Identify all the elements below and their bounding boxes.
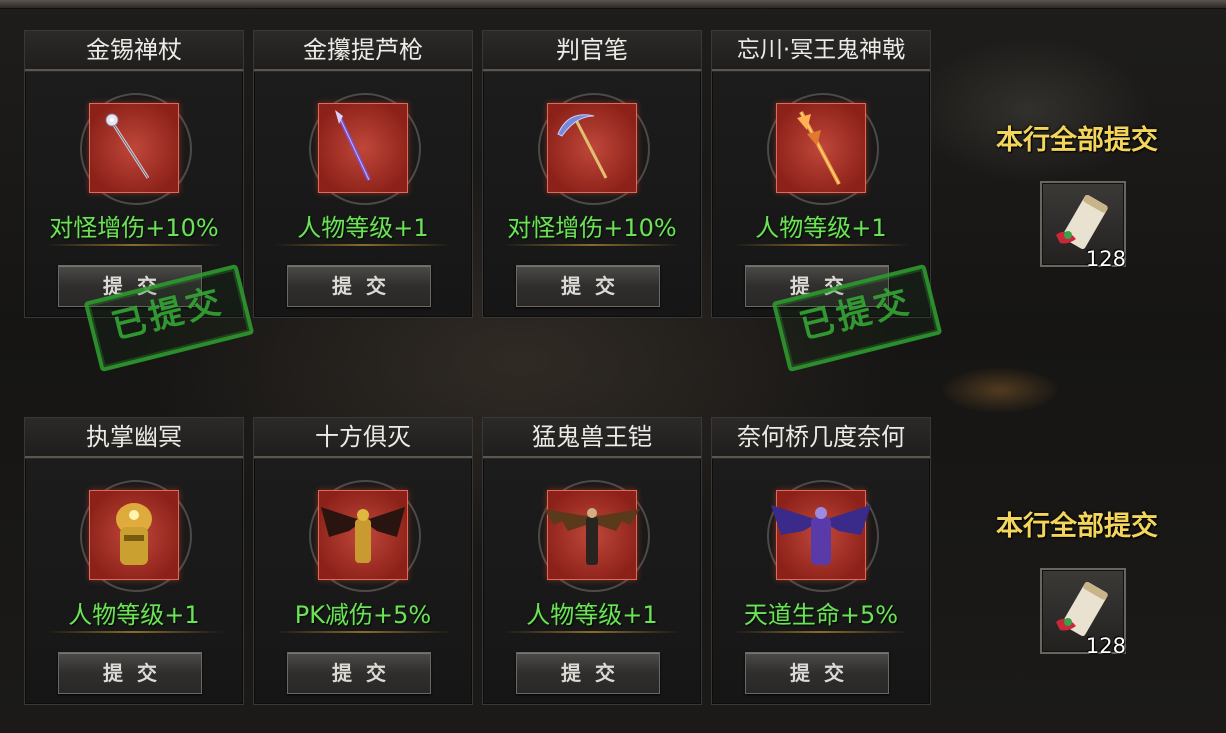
item-name: 金锡禅杖: [25, 31, 243, 71]
item-effect: 对怪增伤+10%: [49, 214, 219, 242]
divider: [712, 71, 930, 72]
item-effect: 人物等级+1: [297, 214, 429, 242]
row-1-reward-slot[interactable]: 128: [1040, 181, 1126, 271]
row-1-submit-all[interactable]: 本行全部提交: [977, 124, 1177, 158]
item-slot[interactable]: [771, 490, 871, 580]
item-name: 十方俱灭: [254, 418, 472, 458]
divider: [274, 244, 452, 246]
bat-winged-armor-icon: [544, 508, 640, 565]
divider: [732, 244, 910, 246]
submit-button[interactable]: 提交: [516, 265, 660, 307]
divider: [25, 458, 243, 459]
golden-armor-icon: [116, 503, 152, 565]
item-name: 奈何桥几度奈何: [712, 418, 930, 458]
staff-icon: [105, 113, 150, 179]
item-effect: 对怪增伤+10%: [507, 214, 677, 242]
item-slot[interactable]: [318, 103, 408, 193]
submit-button[interactable]: 提交: [58, 652, 202, 694]
item-card-5: 执掌幽冥 人物等级+1 提交: [24, 417, 244, 705]
demon-winged-armor-icon: [771, 505, 871, 565]
item-name: 猛鬼兽王铠: [483, 418, 701, 458]
divider: [712, 458, 930, 459]
item-slot[interactable]: [89, 103, 179, 193]
divider: [274, 631, 452, 633]
item-card-7: 猛鬼兽王铠 人物等级+1 提交: [482, 417, 702, 705]
item-card-6: 十方俱灭 PK减伤+5% 提交: [253, 417, 473, 705]
item-effect: 天道生命+5%: [743, 601, 899, 629]
item-slot[interactable]: [544, 490, 640, 580]
item-slot[interactable]: [776, 103, 866, 193]
spear-icon: [335, 110, 371, 181]
top-decoration: [80, 0, 260, 20]
item-effect: 人物等级+1: [755, 214, 887, 242]
reward-count: 128: [1085, 634, 1126, 658]
item-effect: 人物等级+1: [526, 601, 658, 629]
row-2-reward-slot[interactable]: 128: [1040, 568, 1126, 658]
item-name: 执掌幽冥: [25, 418, 243, 458]
divider: [483, 71, 701, 72]
item-slot[interactable]: [318, 490, 408, 580]
item-slot[interactable]: [89, 490, 179, 580]
item-name: 忘川·冥王鬼神戟: [712, 31, 930, 71]
divider: [503, 631, 681, 633]
submit-button[interactable]: 提交: [745, 652, 889, 694]
divider: [45, 631, 223, 633]
divider: [45, 244, 223, 246]
item-effect: 人物等级+1: [68, 601, 200, 629]
item-name: 金攥提芦枪: [254, 31, 472, 71]
row-2-submit-all[interactable]: 本行全部提交: [977, 510, 1177, 544]
item-card-3: 判官笔 对怪增伤+10% 提交: [482, 30, 702, 318]
winged-armor-icon: [321, 507, 405, 563]
divider: [483, 458, 701, 459]
submit-button[interactable]: 提交: [287, 265, 431, 307]
item-card-2: 金攥提芦枪 人物等级+1 提交: [253, 30, 473, 318]
scythe-icon: [557, 114, 608, 179]
submit-button[interactable]: 提交: [516, 652, 660, 694]
divider: [732, 631, 910, 633]
item-card-8: 奈何桥几度奈何 天道生命+5% 提交: [711, 417, 931, 705]
item-slot[interactable]: [547, 103, 637, 193]
divider: [254, 458, 472, 459]
submit-button[interactable]: 提交: [287, 652, 431, 694]
reward-count: 128: [1085, 247, 1126, 271]
halberd-icon: [797, 111, 841, 185]
divider: [503, 244, 681, 246]
divider: [254, 71, 472, 72]
item-effect: PK减伤+5%: [294, 601, 432, 629]
divider: [25, 71, 243, 72]
item-name: 判官笔: [483, 31, 701, 71]
